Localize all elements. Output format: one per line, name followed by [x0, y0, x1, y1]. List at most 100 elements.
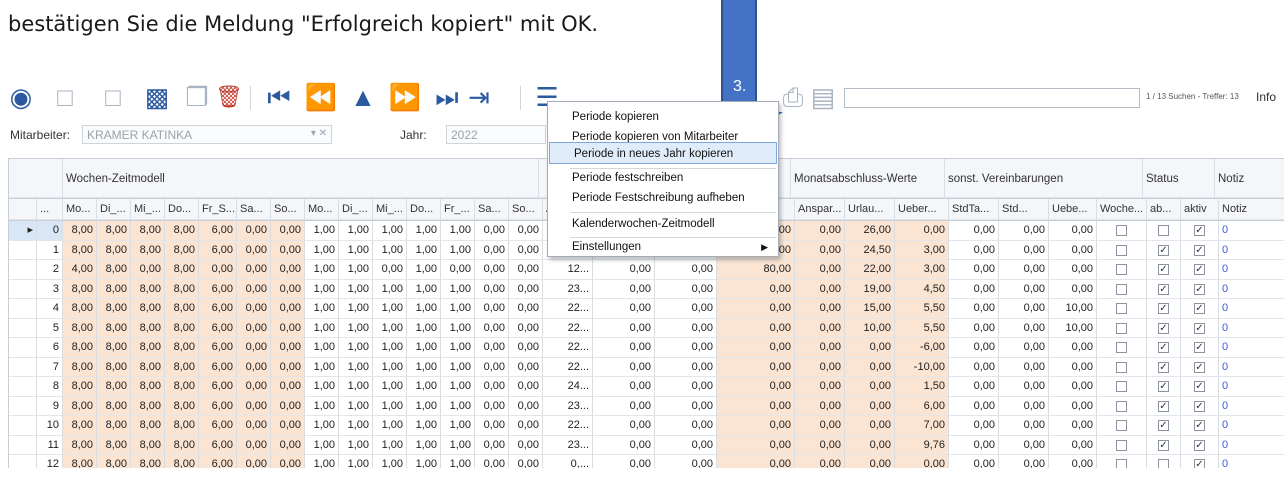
table-cell[interactable]: 0,00	[509, 318, 543, 338]
table-cell[interactable]: 0,00	[237, 338, 271, 358]
table-cell[interactable]: 22...	[543, 416, 593, 436]
table-cell[interactable]: 1,00	[441, 221, 475, 241]
new-document-icon[interactable]: □	[48, 80, 82, 114]
table-cell[interactable]: 23...	[543, 279, 593, 299]
notiz-cell[interactable]: 0	[1219, 260, 1284, 280]
table-cell[interactable]: 1,00	[407, 377, 441, 397]
last-record-icon[interactable]: ⏭	[430, 80, 464, 114]
table-cell[interactable]: 8,00	[165, 435, 199, 455]
ab-checkbox-cell[interactable]	[1147, 435, 1181, 455]
table-cell[interactable]: 1,00	[441, 299, 475, 319]
checkbox[interactable]	[1116, 439, 1127, 451]
table-cell[interactable]: 0,00	[795, 279, 845, 299]
table-cell[interactable]: 0,00	[593, 455, 655, 468]
column-header[interactable]: Sa...	[237, 199, 271, 220]
table-cell[interactable]: 1,00	[339, 396, 373, 416]
table-cell[interactable]: 8,00	[165, 221, 199, 241]
table-cell[interactable]: 0,00	[845, 338, 895, 358]
table-cell[interactable]: 1,00	[373, 299, 407, 319]
column-header[interactable]: aktiv	[1181, 199, 1219, 220]
checkbox[interactable]	[1116, 283, 1127, 295]
table-cell[interactable]: 1,00	[305, 279, 339, 299]
table-cell[interactable]: 1,00	[441, 318, 475, 338]
table-cell[interactable]: 1,00	[339, 279, 373, 299]
table-cell[interactable]: 0,00	[999, 357, 1049, 377]
woche-checkbox-cell[interactable]	[1097, 318, 1147, 338]
ab-checkbox-cell[interactable]	[1147, 221, 1181, 241]
column-header[interactable]: Urlau...	[845, 199, 895, 220]
row-number-cell[interactable]: 4	[37, 299, 63, 319]
table-row[interactable]: 2 4,00 8,00 0,00 8,00 0,00 0,00 0,00 1,00 1,00 0,0…	[9, 260, 1284, 280]
table-cell[interactable]: 0,00	[949, 357, 999, 377]
table-cell[interactable]: 0,00	[999, 240, 1049, 260]
table-cell[interactable]: 5,50	[895, 318, 949, 338]
table-cell[interactable]: 0,00	[717, 435, 795, 455]
row-number-cell[interactable]: 10	[37, 416, 63, 436]
table-cell[interactable]: 0,00	[655, 455, 717, 468]
checkbox[interactable]	[1194, 264, 1205, 276]
checkbox[interactable]	[1194, 342, 1205, 354]
table-cell[interactable]: 0,00	[271, 240, 305, 260]
row-indicator[interactable]	[9, 240, 37, 260]
table-cell[interactable]: 1,00	[407, 357, 441, 377]
table-cell[interactable]: 0,00	[237, 435, 271, 455]
aktiv-checkbox-cell[interactable]	[1181, 396, 1219, 416]
table-cell[interactable]: 6,00	[199, 299, 237, 319]
woche-checkbox-cell[interactable]	[1097, 396, 1147, 416]
checkbox[interactable]	[1116, 244, 1127, 256]
table-cell[interactable]: 6,00	[199, 435, 237, 455]
exit-icon[interactable]: ⇥	[462, 80, 496, 114]
table-cell[interactable]: 0,00	[475, 435, 509, 455]
table-cell[interactable]: 4,00	[63, 260, 97, 280]
table-cell[interactable]: 0,00	[655, 279, 717, 299]
table-cell[interactable]: 4,50	[895, 279, 949, 299]
ab-checkbox-cell[interactable]	[1147, 260, 1181, 280]
table-cell[interactable]: 8,00	[131, 240, 165, 260]
mitarbeiter-combo[interactable]: KRAMER KATINKA ▾ ✕	[82, 125, 332, 144]
table-cell[interactable]: 0,00	[593, 299, 655, 319]
table-cell[interactable]: 0,00	[475, 279, 509, 299]
document-icon[interactable]: ▤	[806, 80, 840, 114]
aktiv-checkbox-cell[interactable]	[1181, 435, 1219, 455]
table-cell[interactable]: 8,00	[131, 221, 165, 241]
table-cell[interactable]: 0,00	[237, 279, 271, 299]
table-row[interactable]: 8 8,00 8,00 8,00 8,00 6,00 0,00 0,00 1,00 1,00 1,0…	[9, 377, 1284, 397]
table-cell[interactable]: 0,00	[593, 318, 655, 338]
info-menu[interactable]: Info	[1256, 90, 1276, 104]
column-header[interactable]: Fr_S...	[199, 199, 237, 220]
table-cell[interactable]: 0,00	[717, 338, 795, 358]
table-cell[interactable]: 8,00	[165, 260, 199, 280]
table-cell[interactable]: 6,00	[199, 318, 237, 338]
table-row[interactable]: 12 8,00 8,00 8,00 8,00 6,00 0,00 0,00 1,00 1,00 1,…	[9, 455, 1284, 468]
search-input[interactable]	[844, 88, 1140, 108]
previous-page-icon[interactable]: ⏪	[304, 80, 338, 114]
menu-item-einstellungen[interactable]: Einstellungen ▶	[548, 236, 778, 258]
table-cell[interactable]: 8,00	[165, 240, 199, 260]
row-number-cell[interactable]: 11	[37, 435, 63, 455]
table-cell[interactable]: 0,00	[999, 221, 1049, 241]
notiz-cell[interactable]: 0	[1219, 377, 1284, 397]
menu-item-periode-kopieren[interactable]: Periode kopieren	[548, 106, 778, 128]
table-cell[interactable]: 0,00	[949, 396, 999, 416]
checkbox[interactable]	[1158, 420, 1169, 432]
table-cell[interactable]: 9,76	[895, 435, 949, 455]
column-header[interactable]: Notiz	[1219, 199, 1284, 220]
table-cell[interactable]: 0,00	[475, 299, 509, 319]
table-cell[interactable]: 0,00	[1049, 396, 1097, 416]
save-icon[interactable]: ▩	[140, 80, 174, 114]
row-number-cell[interactable]: 1	[37, 240, 63, 260]
table-cell[interactable]: 5,50	[895, 299, 949, 319]
up-icon[interactable]: ▲	[346, 80, 380, 114]
table-cell[interactable]: 0,00	[949, 279, 999, 299]
table-cell[interactable]: 10,00	[1049, 318, 1097, 338]
table-cell[interactable]: 0,00	[1049, 416, 1097, 436]
table-cell[interactable]: 1,00	[305, 455, 339, 468]
table-cell[interactable]: 0,00	[795, 416, 845, 436]
table-cell[interactable]: 8,00	[165, 455, 199, 468]
table-cell[interactable]: 8,00	[97, 318, 131, 338]
table-cell[interactable]: 8,00	[63, 318, 97, 338]
row-number-cell[interactable]: 8	[37, 377, 63, 397]
table-cell[interactable]: 0,00	[999, 416, 1049, 436]
menu-item-periode-neues-jahr[interactable]: Periode in neues Jahr kopieren	[549, 142, 777, 164]
first-record-icon[interactable]: ⏮	[262, 80, 296, 114]
